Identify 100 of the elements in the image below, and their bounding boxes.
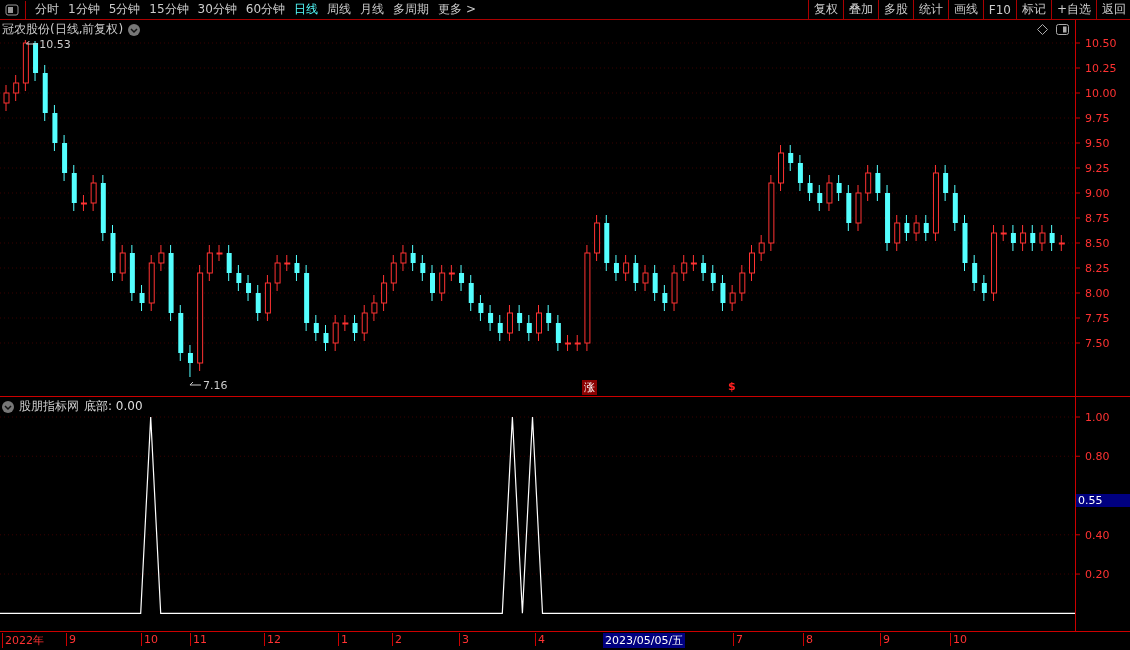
candlestick (729, 284, 736, 312)
candlestick (3, 84, 10, 112)
candlestick (788, 144, 794, 172)
period-tab[interactable]: 多周期 (393, 1, 430, 18)
candlestick (158, 244, 165, 272)
signal-mark: $ (728, 380, 736, 393)
candlestick (497, 314, 503, 342)
axis-label: 0.20 (1085, 568, 1110, 582)
period-tab[interactable]: 30分钟 (197, 1, 237, 18)
candlestick (865, 164, 872, 202)
chevron-down-icon[interactable] (128, 23, 141, 36)
candlestick (226, 244, 232, 282)
date-axis-label: 12 (264, 633, 281, 646)
candlestick (361, 304, 368, 342)
panel-icon[interactable] (1056, 24, 1069, 35)
signal-badge: 涨 (582, 380, 597, 395)
period-tab[interactable]: 60分钟 (245, 1, 286, 18)
candlestick (613, 254, 619, 282)
candlestick (430, 264, 435, 302)
leader-line (25, 40, 38, 45)
period-tab[interactable]: 1分钟 (68, 1, 100, 18)
leader-line (189, 381, 202, 386)
candlestick (216, 244, 223, 262)
price-axis-label: 9.00 (1085, 187, 1110, 200)
candlestick (739, 264, 746, 302)
candlestick (506, 304, 513, 342)
date-axis-label: 10 (950, 633, 967, 646)
date-axis-label: 3 (459, 633, 469, 646)
candlestick (206, 244, 213, 282)
cursor-date: 2023/05/05/五 (603, 633, 686, 648)
candlestick (797, 154, 803, 192)
candlestick (981, 274, 987, 302)
low-price-label: 7.16 (202, 379, 228, 392)
cursor-value: 0.55 (1076, 494, 1130, 507)
candlestick (246, 274, 252, 302)
candlestick (633, 254, 639, 292)
price-axis-label: 9.75 (1085, 112, 1110, 125)
candlestick (826, 174, 833, 212)
date-axis-label: 8 (803, 633, 813, 646)
candlestick (255, 284, 261, 322)
candlestick (1049, 224, 1055, 252)
price-axis-label: 10.50 (1085, 37, 1117, 50)
date-axis-label: 1 (338, 633, 348, 646)
candlestick (546, 304, 552, 332)
period-tab[interactable]: 5分钟 (108, 1, 141, 18)
date-axis-label: 7 (733, 633, 743, 646)
candlestick (1020, 224, 1027, 252)
date-axis-label: 10 (141, 633, 158, 646)
price-axis-label: 8.75 (1085, 212, 1110, 225)
candlestick (681, 254, 688, 282)
period-tab[interactable]: 月线 (360, 1, 385, 18)
date-axis-label: 2 (392, 633, 402, 646)
candlestick (701, 254, 707, 282)
period-tab[interactable]: 周线 (327, 1, 352, 18)
high-price-label: 10.53 (39, 38, 71, 51)
candlestick (294, 254, 300, 282)
period-tab[interactable]: 更多 > (438, 1, 476, 18)
candlestick (526, 314, 532, 342)
candlestick (904, 214, 910, 242)
candlestick (342, 314, 349, 332)
candlestick (468, 274, 474, 312)
candlestick (662, 284, 668, 312)
candlestick (236, 264, 242, 292)
candlestick (720, 274, 726, 312)
candlestick (313, 314, 319, 342)
period-tab[interactable]: 日线 (294, 1, 319, 18)
candlestick (536, 304, 542, 342)
candlestick (517, 304, 523, 332)
candlestick (371, 294, 378, 322)
candlestick (749, 244, 755, 282)
indicator-name: 股朋指标网 (19, 398, 79, 415)
price-axis-label: 7.50 (1085, 337, 1110, 350)
candlestick (119, 244, 126, 282)
candlestick (642, 264, 649, 292)
diamond-icon[interactable] (1037, 24, 1048, 35)
indicator-reading: 底部: 0.00 (84, 398, 143, 415)
candlestick (758, 234, 765, 262)
candlestick (943, 164, 949, 202)
candlestick (875, 164, 881, 202)
candlestick (478, 294, 484, 322)
date-axis-label: 9 (66, 633, 76, 646)
candlestick (972, 254, 978, 292)
candlestick (923, 214, 929, 242)
candlestick (1010, 224, 1016, 252)
period-tab[interactable]: 15分钟 (149, 1, 189, 18)
candlestick (1039, 224, 1046, 252)
candlestick (652, 264, 658, 302)
candlestick (913, 214, 920, 242)
price-axis-label: 8.25 (1085, 262, 1110, 275)
candlestick (323, 324, 329, 352)
price-axis-label: 10.00 (1085, 87, 1117, 100)
candlestick (332, 314, 339, 352)
candlestick (420, 254, 426, 282)
axis-label: 1.00 (1085, 411, 1110, 424)
candlestick (13, 74, 20, 102)
axis-label: 0.80 (1085, 450, 1110, 464)
candlestick (836, 174, 842, 202)
chevron-down-icon[interactable] (2, 400, 14, 413)
date-axis-label: 4 (535, 633, 545, 646)
period-tab[interactable]: 分时 (35, 1, 59, 18)
